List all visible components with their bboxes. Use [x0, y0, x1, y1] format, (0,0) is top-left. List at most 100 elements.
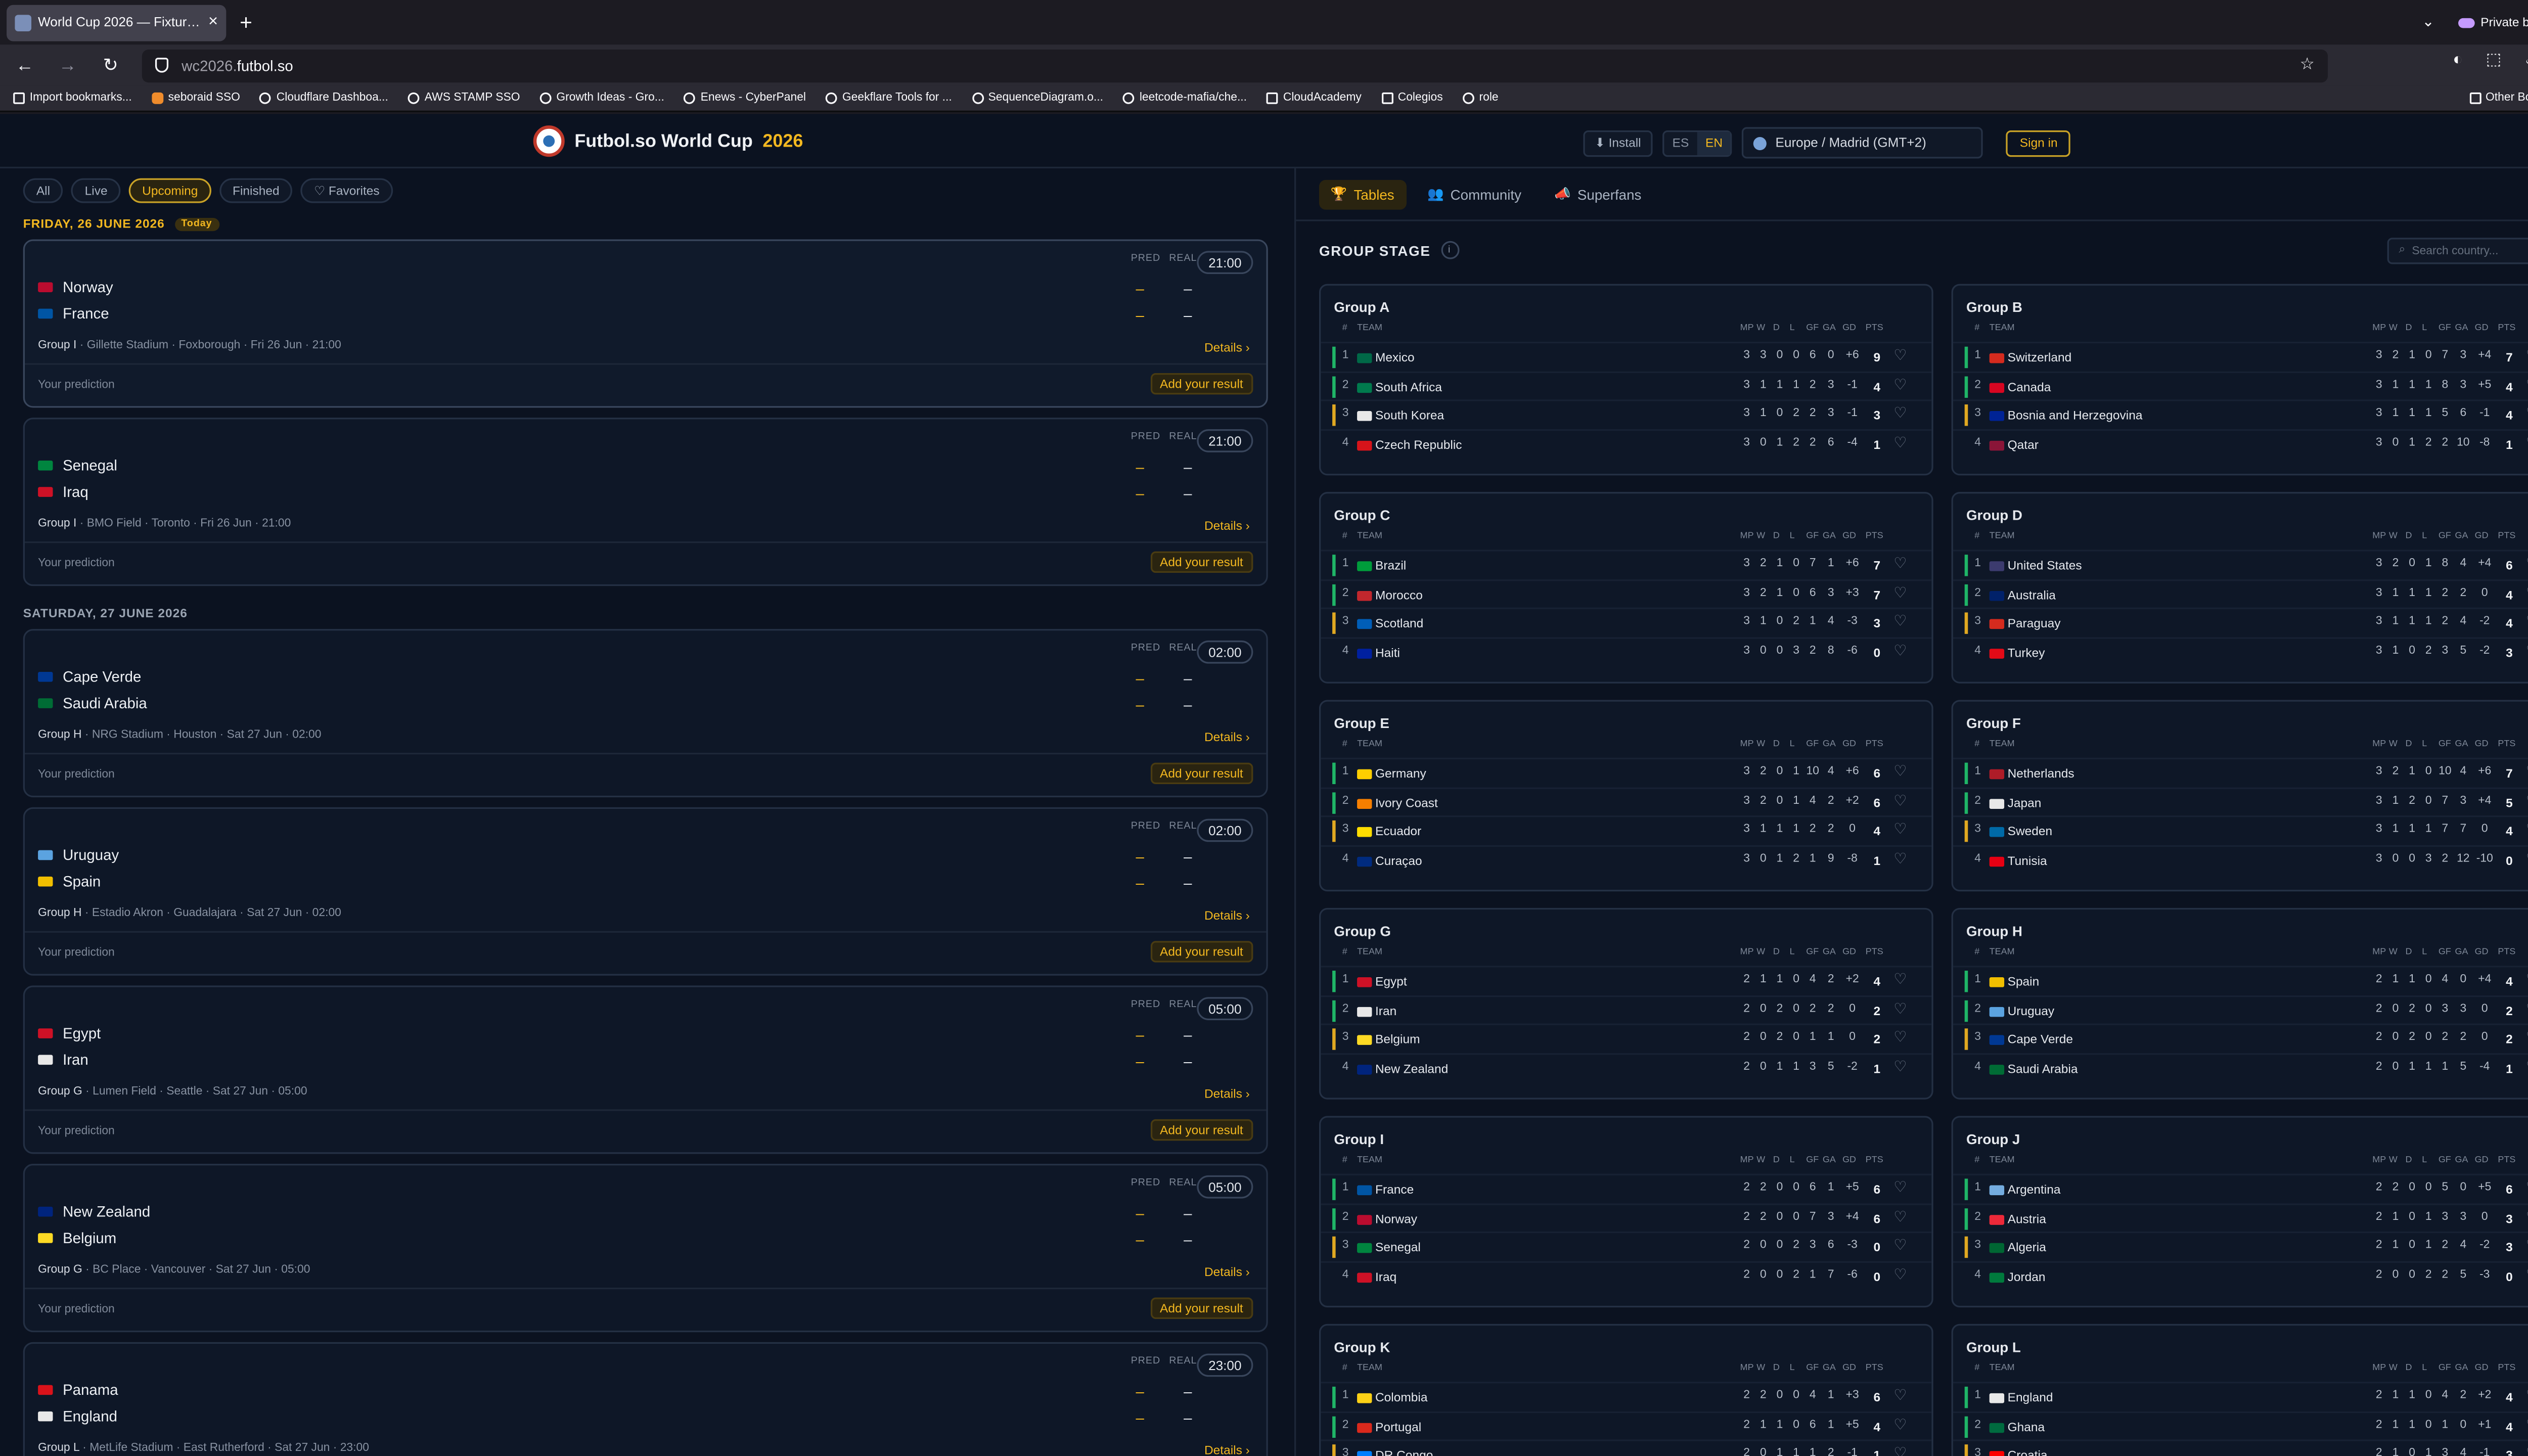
bookmark-star-icon[interactable]: ☆ — [2300, 56, 2315, 74]
info-icon[interactable]: i — [1440, 241, 1459, 259]
favorite-heart-icon[interactable]: ♡ — [2526, 555, 2528, 573]
favorite-heart-icon[interactable]: ♡ — [1893, 1237, 1907, 1255]
tracking-shield-icon[interactable] — [155, 58, 169, 73]
favorite-heart-icon[interactable]: ♡ — [1893, 763, 1907, 781]
forward-icon[interactable]: → — [56, 55, 79, 75]
predicted-score[interactable]: – — [1136, 1383, 1144, 1400]
predicted-score[interactable]: – — [1136, 281, 1144, 297]
install-button[interactable]: ⬇ Install — [1583, 129, 1653, 156]
favorite-heart-icon[interactable]: ♡ — [1893, 584, 1907, 602]
country-search-input[interactable]: ⌕ Search country... — [2387, 238, 2528, 264]
favorite-heart-icon[interactable]: ♡ — [2526, 792, 2528, 810]
group-row[interactable]: 3Algeria210124-23♡ — [1953, 1232, 2528, 1261]
favorite-heart-icon[interactable]: ♡ — [2526, 376, 2528, 394]
tab-superfans[interactable]: 📣 Superfans — [1543, 179, 1653, 209]
group-row[interactable]: 1England211042+24♡ — [1953, 1382, 2528, 1411]
group-row[interactable]: 2Uruguay20203302♡ — [1953, 994, 2528, 1024]
favorite-heart-icon[interactable]: ♡ — [1893, 1178, 1907, 1197]
favorite-heart-icon[interactable]: ♡ — [2526, 1029, 2528, 1048]
group-row[interactable]: 1United States320184+46♡ — [1953, 550, 2528, 579]
bookmark-item[interactable]: Colegios — [1381, 92, 1443, 104]
group-row[interactable]: 1Netherlands3210104+67♡ — [1953, 757, 2528, 787]
group-row[interactable]: 2Austria21013303♡ — [1953, 1203, 2528, 1232]
favorite-heart-icon[interactable]: ♡ — [1893, 1445, 1907, 1456]
add-result-button[interactable]: Add your result — [1150, 1297, 1253, 1319]
url-bar[interactable]: wc2026.futbol.so ☆ — [142, 49, 2328, 82]
favorite-heart-icon[interactable]: ♡ — [1893, 792, 1907, 810]
reload-icon[interactable]: ↻ — [99, 55, 122, 76]
group-row[interactable]: 2 Norway 2 2 0 0 7 3 +4 6 ♡ — [1321, 1203, 1932, 1232]
tab-community[interactable]: 👥 Community — [1416, 179, 1533, 209]
favorite-heart-icon[interactable]: ♡ — [1893, 821, 1907, 839]
details-link[interactable]: Details › — [1204, 340, 1250, 355]
predicted-score[interactable]: – — [1136, 459, 1144, 476]
predicted-score[interactable]: – — [1136, 1410, 1144, 1427]
match-card[interactable]: Egypt Iran PRED REAL – – – –05:00 Group G · Lume… — [23, 985, 1268, 1154]
favorite-heart-icon[interactable]: ♡ — [1893, 1000, 1907, 1018]
signin-button[interactable]: Sign in — [2006, 129, 2071, 156]
group-row[interactable]: 2 Morocco 3 2 1 0 6 3 +3 7 ♡ — [1321, 579, 1932, 608]
group-row[interactable]: 4Qatar3012210-81♡ — [1953, 429, 2528, 459]
favorite-heart-icon[interactable]: ♡ — [1893, 1208, 1907, 1226]
favorite-heart-icon[interactable]: ♡ — [1893, 555, 1907, 573]
favorite-heart-icon[interactable]: ♡ — [2526, 1445, 2528, 1456]
group-row[interactable]: 4 Iraq 2 0 0 2 1 7 -6 0 ♡ — [1321, 1261, 1932, 1291]
bookmark-item[interactable]: Growth Ideas - Gro... — [539, 92, 664, 104]
flame-icon[interactable]: ♨ — [2524, 51, 2528, 69]
details-link[interactable]: Details › — [1204, 730, 1250, 744]
favorite-heart-icon[interactable]: ♡ — [2526, 1208, 2528, 1226]
group-row[interactable]: 4Turkey310235-23♡ — [1953, 637, 2528, 667]
group-row[interactable]: 3 Croatia 2 1 0 1 3 4 -1 3 ♡ — [1953, 1440, 2528, 1456]
predicted-score[interactable]: – — [1136, 697, 1144, 713]
timezone-select[interactable]: Europe / Madrid (GMT+2) — [1742, 127, 1983, 159]
details-link[interactable]: Details › — [1204, 518, 1250, 533]
favorite-heart-icon[interactable]: ♡ — [2526, 347, 2528, 365]
group-row[interactable]: 2Australia31112204♡ — [1953, 579, 2528, 608]
extension-icon[interactable]: ◐ — [2453, 51, 2463, 69]
group-row[interactable]: 3Cape Verde20202202♡ — [1953, 1024, 2528, 1054]
group-row[interactable]: 3 Scotland 3 1 0 2 1 4 -3 3 ♡ — [1321, 608, 1932, 638]
favorite-heart-icon[interactable]: ♡ — [2526, 850, 2528, 869]
predicted-score[interactable]: – — [1136, 1205, 1144, 1222]
favorite-heart-icon[interactable]: ♡ — [1893, 1266, 1907, 1285]
add-result-button[interactable]: Add your result — [1150, 1119, 1253, 1141]
favorite-heart-icon[interactable]: ♡ — [2526, 763, 2528, 781]
group-row[interactable]: 3 South Korea 3 1 0 2 2 3 -1 3 ♡ — [1321, 400, 1932, 429]
group-row[interactable]: 4Saudi Arabia201115-41♡ — [1953, 1053, 2528, 1083]
group-row[interactable]: 3 DR Congo 2 0 1 1 1 2 -1 1 ♡ — [1321, 1440, 1932, 1456]
group-row[interactable]: 3Sweden31117704♡ — [1953, 816, 2528, 845]
favorite-heart-icon[interactable]: ♡ — [1893, 971, 1907, 989]
brand[interactable]: Futbol.so World Cup 2026 — [533, 125, 803, 157]
match-card[interactable]: New Zealand Belgium PRED REAL – – – –05:00 Group… — [23, 1164, 1268, 1333]
close-tab-icon[interactable]: × — [208, 13, 218, 31]
match-card[interactable]: Senegal Iraq PRED REAL – – – –21:00 Group I · BM… — [23, 418, 1268, 586]
list-tabs-icon[interactable]: ⌄ — [2422, 13, 2434, 31]
group-row[interactable]: 2 South Africa 3 1 1 1 2 3 -1 4 ♡ — [1321, 371, 1932, 400]
favorite-heart-icon[interactable]: ♡ — [2526, 584, 2528, 602]
favorite-heart-icon[interactable]: ♡ — [2526, 1416, 2528, 1434]
group-row[interactable]: 3 Senegal 2 0 0 2 3 6 -3 0 ♡ — [1321, 1232, 1932, 1261]
add-result-button[interactable]: Add your result — [1150, 762, 1253, 785]
bookmark-item[interactable]: Enews - CyberPanel — [684, 92, 806, 104]
details-link[interactable]: Details › — [1204, 1086, 1250, 1101]
favorite-heart-icon[interactable]: ♡ — [2526, 613, 2528, 631]
bookmark-item[interactable]: SequenceDiagram.o... — [971, 92, 1103, 104]
back-icon[interactable]: ← — [13, 55, 36, 75]
add-result-button[interactable]: Add your result — [1150, 941, 1253, 963]
group-row[interactable]: 1 Germany 3 2 0 1 10 4 +6 6 ♡ — [1321, 757, 1932, 787]
group-row[interactable]: 1 Brazil 3 2 1 0 7 1 +6 7 ♡ — [1321, 550, 1932, 579]
favorite-heart-icon[interactable]: ♡ — [2526, 643, 2528, 661]
favorite-heart-icon[interactable]: ♡ — [2526, 1387, 2528, 1405]
predicted-score[interactable]: – — [1136, 848, 1144, 865]
group-row[interactable]: 3Paraguay311124-24♡ — [1953, 608, 2528, 638]
bookmark-item[interactable]: role — [1462, 92, 1499, 104]
group-row[interactable]: 4 New Zealand 2 0 1 1 3 5 -2 1 ♡ — [1321, 1053, 1932, 1083]
favorite-heart-icon[interactable]: ♡ — [1893, 1029, 1907, 1048]
match-card[interactable]: Norway France PRED REAL – – – –21:00 Group I · G… — [23, 239, 1268, 408]
match-card[interactable]: Cape Verde Saudi Arabia PRED REAL – – – –02:00 G… — [23, 629, 1268, 798]
group-row[interactable]: 3 Ecuador 3 1 1 1 2 2 0 4 ♡ — [1321, 816, 1932, 845]
bookmark-item[interactable]: CloudAcademy — [1267, 92, 1362, 104]
match-card[interactable]: Uruguay Spain PRED REAL – – – –02:00 Group H · E… — [23, 807, 1268, 976]
predicted-score[interactable]: – — [1136, 1027, 1144, 1043]
new-tab-icon[interactable]: + — [233, 10, 259, 35]
